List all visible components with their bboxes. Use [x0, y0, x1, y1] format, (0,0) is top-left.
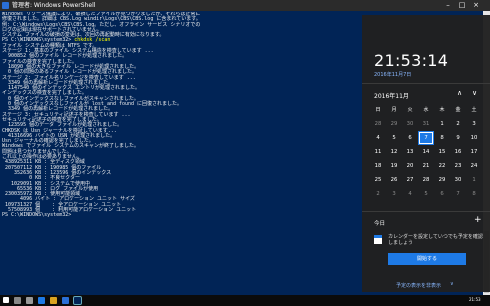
- calendar-day[interactable]: 29: [386, 117, 402, 131]
- start-icon[interactable]: [3, 297, 9, 303]
- calendar-day[interactable]: 8: [466, 187, 482, 201]
- calendar-day[interactable]: 27: [402, 173, 418, 187]
- calendar-day[interactable]: 11: [370, 145, 386, 159]
- calendar-day[interactable]: 13: [402, 145, 418, 159]
- tray-clock[interactable]: 21:53: [469, 297, 481, 302]
- calendar-icon: [374, 235, 382, 244]
- close-button[interactable]: ×: [469, 0, 483, 11]
- flyout-footer: 予定の表示を非表示 ∨: [362, 279, 490, 292]
- edge-icon[interactable]: [38, 297, 45, 304]
- divider: [362, 83, 490, 84]
- calendar-day[interactable]: 3: [466, 117, 482, 131]
- calendar-day[interactable]: 30: [450, 173, 466, 187]
- calendar-day[interactable]: 21: [418, 159, 434, 173]
- calendar-week: 2345678: [370, 187, 482, 201]
- window-title: 管理者: Windows PowerShell: [12, 2, 96, 9]
- search-icon[interactable]: [14, 297, 21, 304]
- calendar-day[interactable]: 4: [402, 187, 418, 201]
- console-text: PS C:\WINDOWS\system32>: [2, 212, 75, 219]
- calendar-day[interactable]: 5: [418, 187, 434, 201]
- calendar-day[interactable]: 22: [434, 159, 450, 173]
- chevron-down-icon[interactable]: ∨: [450, 281, 454, 287]
- calendar-day[interactable]: 1: [466, 173, 482, 187]
- maximize-button[interactable]: □: [455, 0, 469, 11]
- weekday-label: 木: [439, 107, 445, 113]
- taskbar: 21:53: [0, 295, 490, 306]
- weekday-label: 月: [391, 107, 397, 113]
- title-bar[interactable]: 管理者: Windows PowerShell – □ ×: [0, 0, 490, 11]
- clock-time: 21:53:14: [374, 51, 449, 70]
- previous-month-button[interactable]: ∧: [457, 89, 462, 97]
- calendar-day[interactable]: 10: [466, 131, 482, 145]
- calendar-day[interactable]: 12: [386, 145, 402, 159]
- weekday-label: 土: [471, 107, 477, 113]
- calendar-day[interactable]: 2: [370, 187, 386, 201]
- clock-calendar-flyout: 21:53:14 2016年11月7日 2016年11月 ∧ ∨ 日 月 火 水 木 金 土…: [362, 15, 490, 292]
- calendar-day[interactable]: 4: [370, 131, 386, 145]
- calendar-day[interactable]: 9: [450, 131, 466, 145]
- calendar-day-today[interactable]: 7: [418, 131, 434, 145]
- calendar-day[interactable]: 6: [402, 131, 418, 145]
- calendar-day[interactable]: 1: [434, 117, 450, 131]
- calendar-day[interactable]: 28: [370, 117, 386, 131]
- calendar-day[interactable]: 20: [402, 159, 418, 173]
- divider: [362, 211, 490, 212]
- weekday-header: 日月火水木金土: [370, 103, 482, 117]
- weekday-label: 火: [407, 107, 413, 113]
- console-line: PS C:\WINDOWS\system32>: [2, 213, 360, 218]
- calendar-day[interactable]: 16: [450, 145, 466, 159]
- calendar-day[interactable]: 31: [418, 117, 434, 131]
- calendar-day[interactable]: 25: [370, 173, 386, 187]
- hide-agenda-link[interactable]: 予定の表示を非表示: [396, 282, 441, 289]
- powershell-taskbar-icon[interactable]: [73, 296, 82, 305]
- calendar-day[interactable]: 18: [370, 159, 386, 173]
- calendar-day[interactable]: 14: [418, 145, 434, 159]
- weekday-label: 日: [375, 107, 381, 113]
- calendar-week: 4 5 6 7 8 9 10: [370, 131, 482, 145]
- month-label[interactable]: 2016年11月: [374, 91, 409, 100]
- calendar-day[interactable]: 28: [418, 173, 434, 187]
- console-output[interactable]: Windows リソース保護により、破損したファイルが見つかりましたが、それらは…: [2, 12, 360, 295]
- minimize-button[interactable]: –: [441, 0, 455, 11]
- add-event-button[interactable]: +: [474, 216, 482, 225]
- calendar-day[interactable]: 24: [466, 159, 482, 173]
- date-link[interactable]: 2016年11月7日: [374, 71, 411, 78]
- calendar-week: 28 29 30 31 1 2 3: [370, 117, 482, 131]
- calendar-week: 11 12 13 14 15 16 17: [370, 145, 482, 159]
- calendar-day[interactable]: 6: [434, 187, 450, 201]
- task-view-icon[interactable]: [26, 297, 33, 304]
- get-started-button[interactable]: 開始する: [388, 253, 466, 265]
- store-icon[interactable]: [62, 297, 69, 304]
- powershell-icon: [2, 2, 9, 9]
- calendar-day[interactable]: 30: [402, 117, 418, 131]
- calendar-day[interactable]: 29: [434, 173, 450, 187]
- calendar-day[interactable]: 7: [450, 187, 466, 201]
- calendar-day[interactable]: 2: [450, 117, 466, 131]
- weekday-label: 金: [455, 107, 461, 113]
- calendar-day[interactable]: 5: [386, 131, 402, 145]
- calendar-day[interactable]: 17: [466, 145, 482, 159]
- calendar-week: 25 26 27 28 29 30 1: [370, 173, 482, 187]
- calendar-day[interactable]: 8: [434, 131, 450, 145]
- calendar-week: 18 19 20 21 22 23 24: [370, 159, 482, 173]
- agenda-message: カレンダーを設定していつでも予定を確認しましょう: [388, 234, 483, 246]
- calendar-day[interactable]: 15: [434, 145, 450, 159]
- explorer-icon[interactable]: [50, 297, 57, 304]
- calendar-day[interactable]: 26: [386, 173, 402, 187]
- calendar-day[interactable]: 3: [386, 187, 402, 201]
- calendar-day[interactable]: 23: [450, 159, 466, 173]
- agenda-today-label: 今日: [374, 221, 386, 227]
- calendar-grid: 日月火水木金土 28 29 30 31 1 2 3 4 5 6 7 8 9 10 11 12 13 14 15 16 17…: [370, 103, 482, 201]
- weekday-label: 水: [423, 107, 429, 113]
- next-month-button[interactable]: ∨: [472, 89, 477, 97]
- calendar-day[interactable]: 19: [386, 159, 402, 173]
